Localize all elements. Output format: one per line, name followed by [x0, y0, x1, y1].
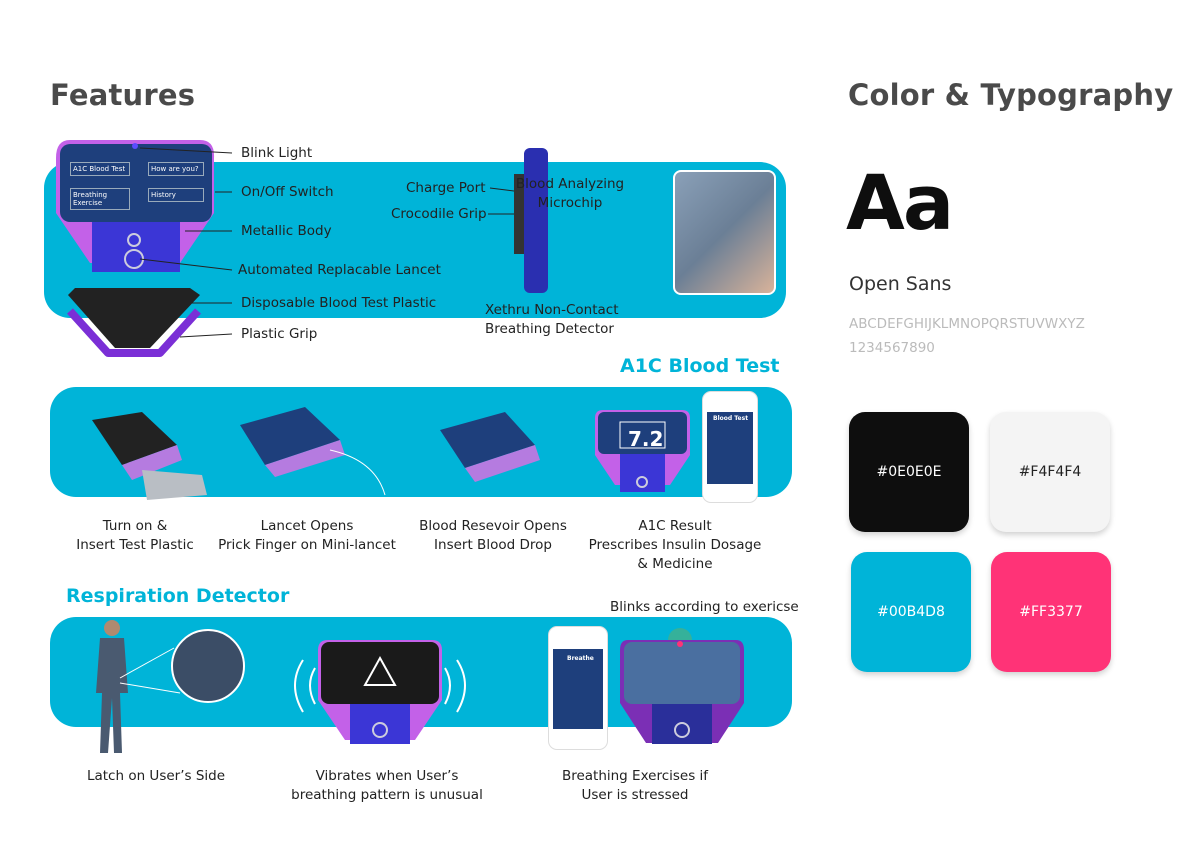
step-text: Prescribes Insulin Dosage — [588, 537, 762, 553]
features-title: Features — [50, 78, 196, 112]
step-text: Vibrates when User’s — [315, 768, 459, 784]
vibrating-device — [294, 640, 466, 744]
resp-step-2: Vibrates when User’s breathing pattern is… — [277, 767, 497, 805]
detector-label-2: Breathing Detector — [485, 321, 614, 337]
breathe-phone-title: Breathe — [567, 655, 594, 662]
step-device-3 — [440, 412, 540, 482]
swatch-black: #0E0E0E — [849, 412, 969, 532]
crocodile-grip-label: Crocodile Grip — [391, 206, 487, 222]
resp-step-1: Latch on User’s Side — [46, 767, 266, 786]
step-text: Insert Blood Drop — [434, 537, 552, 553]
step-text: & Medicine — [637, 556, 713, 572]
step-text: Prick Finger on Mini-lancet — [218, 537, 396, 553]
user-figure — [96, 620, 245, 753]
screen-tile-history: History — [148, 188, 204, 202]
microchip-photo — [673, 170, 776, 295]
swatch-pink: #FF3377 — [991, 552, 1111, 672]
step-device-2 — [240, 407, 386, 496]
a1c-reading: 7.2 — [628, 427, 664, 451]
screen-tile-a1c: A1C Blood Test — [70, 162, 130, 176]
step-text: Blood Resevoir Opens — [419, 518, 567, 534]
callout-blink-light: Blink Light — [241, 145, 313, 161]
charge-port-label: Charge Port — [406, 180, 486, 196]
swatch-hex: #0E0E0E — [876, 464, 942, 480]
a1c-phone-title: Blood Test — [713, 415, 749, 422]
chip-label-1: Blood Analyzing — [515, 176, 625, 192]
alphabet-sample: ABCDEFGHIJKLMNOPQRSTUVWXYZ — [849, 316, 1085, 332]
step-text: Insert Test Plastic — [76, 537, 194, 553]
screen-tile-breathing: Breathing Exercise — [70, 188, 130, 210]
callout-metallic-body: Metallic Body — [241, 223, 332, 239]
callout-test-plastic: Disposable Blood Test Plastic — [241, 295, 437, 311]
callout-on-off-switch: On/Off Switch — [241, 184, 334, 200]
breathing-device — [620, 628, 744, 744]
a1c-phone: Blood Test — [702, 391, 758, 503]
a1c-device — [595, 410, 690, 492]
respiration-title: Respiration Detector — [66, 585, 290, 607]
step-text: Breathing Exercises if — [561, 768, 709, 784]
callout-lancet: Automated Replacable Lancet — [238, 262, 441, 278]
detector-label-1: Xethru Non-Contact — [485, 302, 619, 318]
swatch-hex: #FF3377 — [1019, 604, 1083, 620]
chip-label: Blood Analyzing Microchip — [500, 175, 640, 213]
type-sample: Aa — [846, 158, 954, 247]
resp-step-3: Breathing Exercises if User is stressed — [525, 767, 745, 805]
clip-illustration — [514, 148, 548, 293]
a1c-title: A1C Blood Test — [620, 355, 780, 377]
swatch-cyan: #00B4D8 — [851, 552, 971, 672]
digits-sample: 1234567890 — [849, 340, 935, 356]
chip-label-2: Microchip — [537, 195, 603, 211]
step-device-1 — [92, 412, 207, 500]
breathe-phone: Breathe — [548, 626, 608, 750]
blink-note: Blinks according to exericse — [610, 599, 799, 615]
step-text: Turn on & — [102, 518, 168, 534]
callout-plastic-grip: Plastic Grip — [241, 326, 318, 342]
step-text: breathing pattern is unusual — [291, 787, 483, 803]
a1c-step-4: A1C Result Prescribes Insulin Dosage & Med… — [565, 517, 785, 574]
step-text: A1C Result — [638, 518, 712, 534]
step-text: Latch on User’s Side — [86, 768, 226, 784]
step-text: Lancet Opens — [260, 518, 354, 534]
screen-tile-how-are-you: How are you? — [148, 162, 204, 176]
device-screen: A1C Blood Test How are you? Breathing Ex… — [66, 160, 206, 215]
color-typography-title: Color & Typography — [848, 78, 1174, 112]
callout-lines — [139, 147, 523, 338]
swatch-hex: #F4F4F4 — [1018, 464, 1082, 480]
step-text: User is stressed — [581, 787, 689, 803]
swatch-hex: #00B4D8 — [877, 604, 945, 620]
font-name: Open Sans — [849, 273, 952, 295]
swatch-light-gray: #F4F4F4 — [990, 412, 1110, 532]
